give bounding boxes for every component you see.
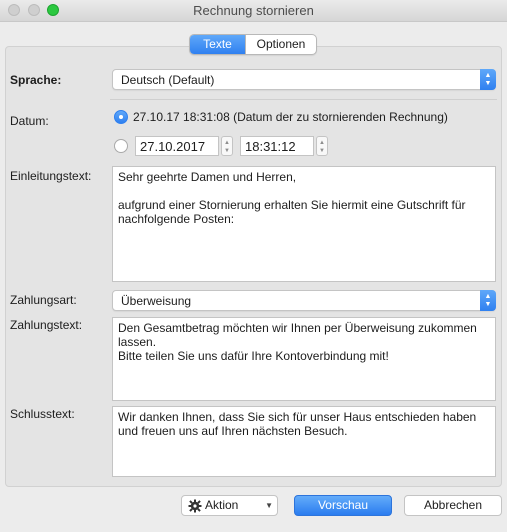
time-field[interactable]: 18:31:12 [240,136,314,156]
sprache-label: Sprache: [10,73,62,87]
preview-button[interactable]: Vorschau [294,495,392,516]
sprache-value: Deutsch (Default) [121,73,215,87]
divider [110,99,497,100]
dialog-window: Rechnung stornieren Texte Optionen Sprac… [0,0,507,532]
action-menu-button[interactable]: Aktion ▼ [181,495,278,516]
zahlungsart-select[interactable]: Überweisung ▲ ▼ [112,290,496,311]
schluss-textarea[interactable]: Wir danken Ihnen, dass Sie sich für unse… [112,406,496,477]
tab-bar: Texte Optionen [189,34,317,55]
schluss-label: Schlusstext: [10,407,75,421]
title-bar: Rechnung stornieren [0,0,507,22]
datum-label: Datum: [10,114,49,128]
zahlungstext-label: Zahlungstext: [10,318,83,332]
sprache-select[interactable]: Deutsch (Default) ▲ ▼ [112,69,496,90]
tab-texte[interactable]: Texte [190,35,245,54]
gear-icon [188,499,202,513]
dropdown-caret-icon: ▼ [265,501,273,510]
window-title: Rechnung stornieren [193,3,314,18]
datum-option-invoice-date-label: 27.10.17 18:31:08 (Datum der zu stornier… [133,110,448,124]
date-field[interactable]: 27.10.2017 [135,136,219,156]
time-stepper[interactable]: ▲ ▼ [316,136,328,156]
zahlungstext-textarea[interactable]: Den Gesamtbetrag möchten wir Ihnen per Ü… [112,317,496,401]
zahlungsart-value: Überweisung [121,294,192,308]
zahlungsart-label: Zahlungsart: [10,293,77,307]
datum-radio-custom-date[interactable] [114,139,128,153]
chevron-updown-icon: ▲ ▼ [480,69,496,90]
datum-radio-invoice-date[interactable] [114,110,128,124]
date-stepper[interactable]: ▲ ▼ [221,136,233,156]
tab-optionen[interactable]: Optionen [245,35,316,54]
einleitung-label: Einleitungstext: [10,169,92,183]
chevron-updown-icon: ▲ ▼ [480,290,496,311]
action-button-label: Aktion [205,498,239,512]
einleitung-textarea[interactable]: Sehr geehrte Damen und Herren, aufgrund … [112,166,496,282]
cancel-button[interactable]: Abbrechen [404,495,502,516]
